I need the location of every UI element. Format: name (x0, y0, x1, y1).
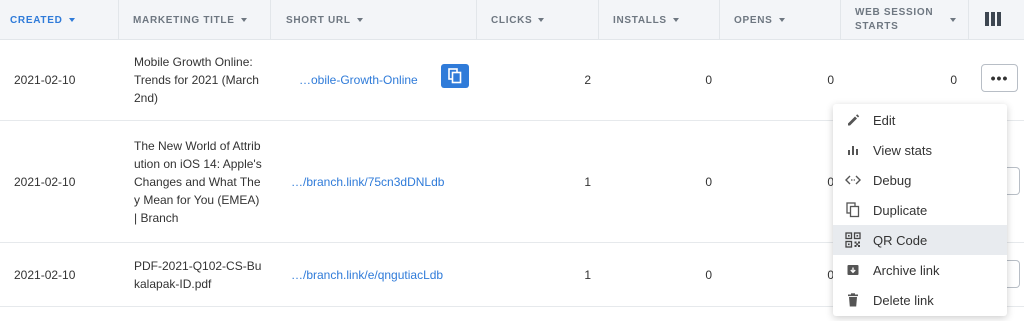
archive-icon (845, 262, 861, 278)
clicks-cell: 1 (584, 174, 591, 189)
opens-cell: 0 (827, 267, 834, 282)
qr-code-icon (845, 232, 861, 248)
column-header-clicks[interactable]: CLICKS (491, 0, 545, 40)
marketing-title-cell: The New World of Attribution on iOS 14: … (134, 139, 262, 225)
column-header-web-session-starts-label: WEB SESSION STARTS (855, 7, 934, 32)
column-divider (270, 0, 271, 40)
row-actions-menu: Edit View stats Debug Duplicate QR Code (833, 104, 1007, 316)
column-header-web-session-starts[interactable]: WEB SESSION STARTS (855, 0, 956, 40)
opens-cell: 0 (827, 73, 834, 87)
column-header-created[interactable]: CREATED (10, 0, 75, 40)
clicks-cell: 2 (584, 73, 591, 87)
clicks-cell: 1 (584, 267, 591, 282)
bar-chart-icon (845, 142, 861, 158)
column-divider (598, 0, 599, 40)
menu-item-label: Archive link (873, 262, 940, 278)
chevron-down-icon (950, 18, 956, 22)
installs-cell: 0 (705, 267, 712, 282)
chevron-down-icon (778, 18, 785, 22)
created-cell: 2021-02-10 (14, 73, 76, 87)
chevron-down-icon (240, 18, 247, 22)
installs-cell: 0 (705, 73, 712, 87)
menu-item-qr-code[interactable]: QR Code (833, 225, 1007, 255)
menu-item-label: Delete link (873, 292, 934, 308)
marketing-title-cell: PDF-2021-Q102-CS-Bukalapak-ID.pdf (134, 259, 262, 291)
copy-link-button[interactable] (441, 64, 469, 88)
table-header: CREATED MARKETING TITLE SHORT URL CLICKS… (0, 0, 1024, 40)
columns-icon-bar (997, 12, 1001, 26)
marketing-title-cell: Mobile Growth Online: Trends for 2021 (M… (134, 55, 259, 105)
menu-item-delete-link[interactable]: Delete link (833, 285, 1007, 315)
menu-item-debug[interactable]: Debug (833, 165, 1007, 195)
created-cell: 2021-02-10 (14, 174, 76, 189)
created-cell: 2021-02-10 (14, 267, 76, 282)
menu-item-label: Edit (873, 112, 896, 128)
menu-item-duplicate[interactable]: Duplicate (833, 195, 1007, 225)
duplicate-icon (845, 202, 861, 218)
column-divider (118, 0, 119, 40)
column-header-clicks-label: CLICKS (491, 14, 533, 26)
copy-icon (448, 68, 462, 84)
chevron-down-icon (672, 18, 679, 22)
menu-item-archive-link[interactable]: Archive link (833, 255, 1007, 285)
menu-item-label: View stats (873, 142, 933, 158)
menu-item-edit[interactable]: Edit (833, 105, 1007, 135)
column-header-installs-label: INSTALLS (613, 14, 667, 26)
columns-icon-bar (991, 12, 995, 26)
short-url-link[interactable]: …obile-Growth-Online (299, 40, 418, 120)
column-header-marketing-title[interactable]: MARKETING TITLE (133, 0, 247, 40)
pencil-icon (845, 112, 861, 128)
column-divider (476, 0, 477, 40)
column-header-opens-label: OPENS (734, 14, 773, 26)
code-icon (845, 172, 861, 188)
column-divider (840, 0, 841, 40)
column-header-short-url[interactable]: SHORT URL (286, 0, 363, 40)
ellipsis-icon: ••• (990, 70, 1009, 86)
column-header-opens[interactable]: OPENS (734, 0, 785, 40)
menu-item-label: QR Code (873, 232, 928, 248)
column-picker-button[interactable] (981, 8, 1005, 30)
opens-cell: 0 (827, 174, 834, 189)
more-actions-button[interactable]: ••• (981, 64, 1018, 92)
column-divider (719, 0, 720, 40)
menu-item-label: Duplicate (873, 202, 928, 218)
short-url-link[interactable]: …/branch.link/e/qngutiacLdb (291, 243, 443, 306)
column-header-short-url-label: SHORT URL (286, 14, 351, 26)
trash-icon (845, 292, 861, 308)
installs-cell: 0 (705, 174, 712, 189)
columns-icon (985, 12, 989, 26)
chevron-down-icon (538, 18, 545, 22)
sort-caret-icon (68, 18, 75, 22)
column-header-created-label: CREATED (10, 14, 63, 26)
column-header-installs[interactable]: INSTALLS (613, 0, 679, 40)
short-url-link[interactable]: …/branch.link/75cn3dDNLdb (291, 121, 444, 242)
column-header-marketing-title-label: MARKETING TITLE (133, 14, 235, 26)
menu-item-view-stats[interactable]: View stats (833, 135, 1007, 165)
column-divider (968, 0, 969, 40)
chevron-down-icon (356, 18, 363, 22)
menu-item-label: Debug (873, 172, 912, 188)
